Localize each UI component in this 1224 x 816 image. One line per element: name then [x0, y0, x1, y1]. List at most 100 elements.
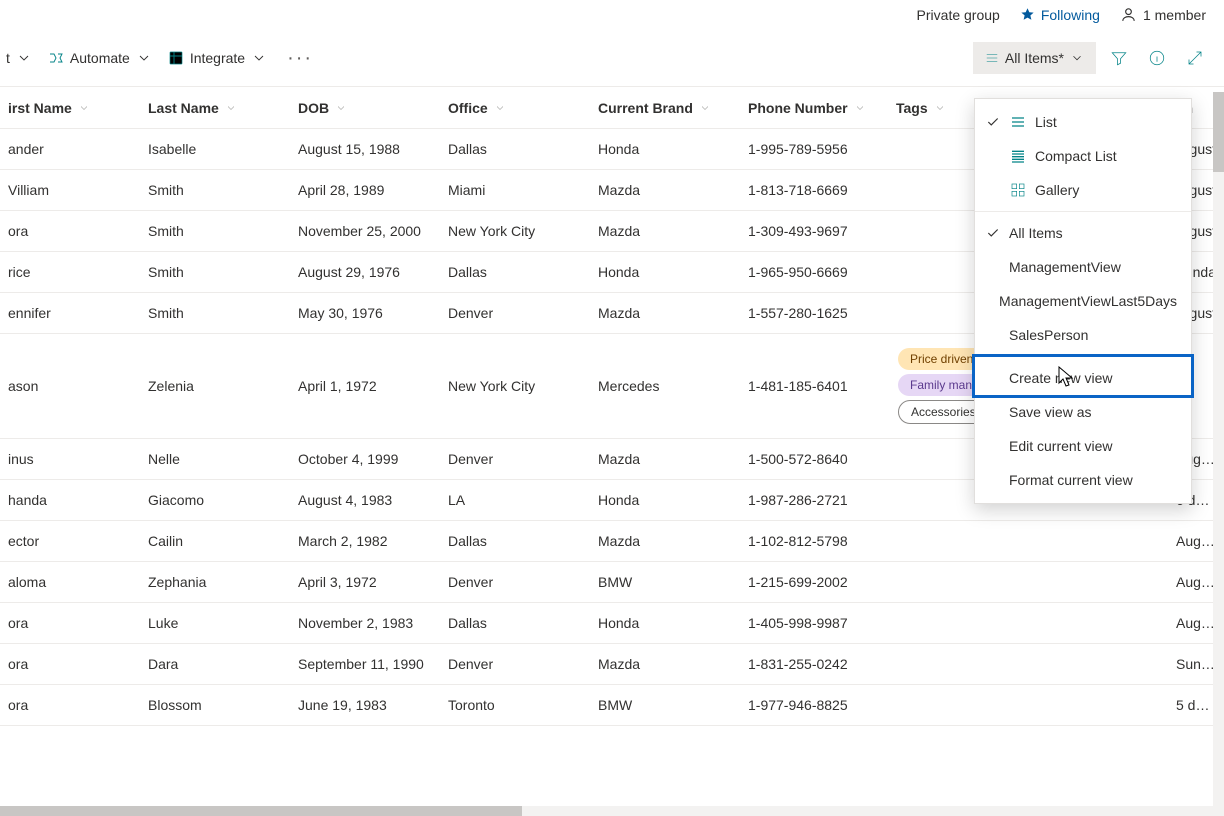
expand-button[interactable] [1180, 43, 1210, 73]
cell-brand: Mazda [590, 170, 740, 211]
cell-dob: October 4, 1999 [290, 439, 440, 480]
cell-phone: 1-987-286-2721 [740, 480, 888, 521]
automate-button[interactable]: Automate [42, 46, 158, 70]
cell-firstName: ora [0, 603, 140, 644]
info-pane-button[interactable] [1142, 43, 1172, 73]
list-icon [985, 51, 999, 65]
more-actions-button[interactable]: ··· [277, 47, 323, 70]
cell-phone: 1-309-493-9697 [740, 211, 888, 252]
cell-dob: August 4, 1983 [290, 480, 440, 521]
check-icon [985, 115, 1001, 129]
option-label: SalesPerson [1009, 327, 1088, 343]
cell-firstName: rice [0, 252, 140, 293]
cell-dob: April 3, 1972 [290, 562, 440, 603]
table-row[interactable]: oraBlossomJune 19, 1983TorontoBMW1-977-9… [0, 685, 1224, 726]
saved-view-salesperson[interactable]: SalesPerson [975, 318, 1191, 352]
scrollbar-thumb[interactable] [1213, 92, 1224, 172]
cell-firstName: ason [0, 334, 140, 439]
cell-lastName: Giacomo [140, 480, 290, 521]
table-row[interactable]: oraLukeNovember 2, 1983DallasHonda1-405-… [0, 603, 1224, 644]
view-switcher-button[interactable]: All Items* [973, 42, 1096, 74]
cell-office: New York City [440, 334, 590, 439]
cell-firstName: ennifer [0, 293, 140, 334]
horizontal-scrollbar[interactable] [0, 806, 1224, 816]
cell-lastName: Smith [140, 252, 290, 293]
tag-pill[interactable]: Family man [898, 374, 984, 396]
chevron-down-icon [225, 102, 237, 114]
chevron-down-icon [1070, 51, 1084, 65]
table-row[interactable]: ectorCailinMarch 2, 1982DallasMazda1-102… [0, 521, 1224, 562]
view-option-list[interactable]: List [975, 105, 1191, 139]
saved-view-managementview[interactable]: ManagementView [975, 250, 1191, 284]
view-action-format-current-view[interactable]: Format current view [975, 463, 1191, 497]
cell-phone: 1-965-950-6669 [740, 252, 888, 293]
grid-icon [168, 50, 184, 66]
cell-firstName: ora [0, 644, 140, 685]
gallery-icon [1009, 182, 1027, 198]
chevron-down-icon [699, 102, 711, 114]
integrate-button[interactable]: Integrate [162, 46, 273, 70]
person-icon [1120, 6, 1137, 23]
column-office[interactable]: Office [440, 87, 590, 129]
option-label: ManagementView [1009, 259, 1121, 275]
cell-phone: 1-977-946-8825 [740, 685, 888, 726]
cell-office: Dallas [440, 252, 590, 293]
cell-phone: 1-995-789-5956 [740, 129, 888, 170]
vertical-scrollbar[interactable] [1213, 92, 1224, 806]
cell-brand: Mazda [590, 293, 740, 334]
view-option-compact-list[interactable]: Compact List [975, 139, 1191, 173]
scrollbar-thumb[interactable] [0, 806, 522, 816]
cell-dob: April 1, 1972 [290, 334, 440, 439]
option-label: Save view as [1009, 404, 1091, 420]
cell-lastName: Cailin [140, 521, 290, 562]
cell-tags [888, 562, 1168, 603]
cell-office: Dallas [440, 129, 590, 170]
following-button[interactable]: Following [1020, 7, 1100, 23]
cell-lastName: Isabelle [140, 129, 290, 170]
chevron-down-icon [934, 102, 946, 114]
column-dob[interactable]: DOB [290, 87, 440, 129]
member-count-button[interactable]: 1 member [1120, 6, 1206, 23]
saved-view-managementviewlast5days[interactable]: ManagementViewLast5Days [975, 284, 1191, 318]
table-row[interactable]: alomaZephaniaApril 3, 1972DenverBMW1-215… [0, 562, 1224, 603]
chevron-down-icon [16, 50, 32, 66]
view-label: All Items* [1005, 50, 1064, 66]
cell-office: New York City [440, 211, 590, 252]
column-firstname[interactable]: irst Name [0, 87, 140, 129]
column-brand[interactable]: Current Brand [590, 87, 740, 129]
chevron-down-icon [494, 102, 506, 114]
view-action-save-view-as[interactable]: Save view as [975, 395, 1191, 429]
column-lastname[interactable]: Last Name [140, 87, 290, 129]
member-count-label: 1 member [1143, 7, 1206, 23]
cell-brand: Honda [590, 480, 740, 521]
check-icon [985, 226, 1001, 240]
cell-brand: Honda [590, 252, 740, 293]
cell-firstName: ora [0, 211, 140, 252]
column-phone[interactable]: Phone Number [740, 87, 888, 129]
filter-button[interactable] [1104, 43, 1134, 73]
cell-phone: 1-557-280-1625 [740, 293, 888, 334]
cell-firstName: ector [0, 521, 140, 562]
cell-brand: Mazda [590, 439, 740, 480]
export-button[interactable]: t [0, 46, 38, 70]
list-icon [1009, 114, 1027, 130]
cell-phone: 1-813-718-6669 [740, 170, 888, 211]
cell-brand: Mazda [590, 211, 740, 252]
table-row[interactable]: oraDaraSeptember 11, 1990DenverMazda1-83… [0, 644, 1224, 685]
cell-lastName: Smith [140, 293, 290, 334]
cell-dob: November 2, 1983 [290, 603, 440, 644]
cell-firstName: inus [0, 439, 140, 480]
chevron-down-icon [854, 102, 866, 114]
view-action-edit-current-view[interactable]: Edit current view [975, 429, 1191, 463]
tag-pill[interactable]: Price driven [898, 348, 985, 370]
view-action-create-new-view[interactable]: Create new view [975, 361, 1191, 395]
cell-phone: 1-405-998-9987 [740, 603, 888, 644]
saved-view-all-items[interactable]: All Items [975, 216, 1191, 250]
view-option-gallery[interactable]: Gallery [975, 173, 1191, 207]
chevron-down-icon [78, 102, 90, 114]
cell-phone: 1-481-185-6401 [740, 334, 888, 439]
automate-label: Automate [70, 50, 130, 66]
filter-icon [1110, 49, 1128, 67]
cell-brand: Honda [590, 129, 740, 170]
cell-lastName: Luke [140, 603, 290, 644]
